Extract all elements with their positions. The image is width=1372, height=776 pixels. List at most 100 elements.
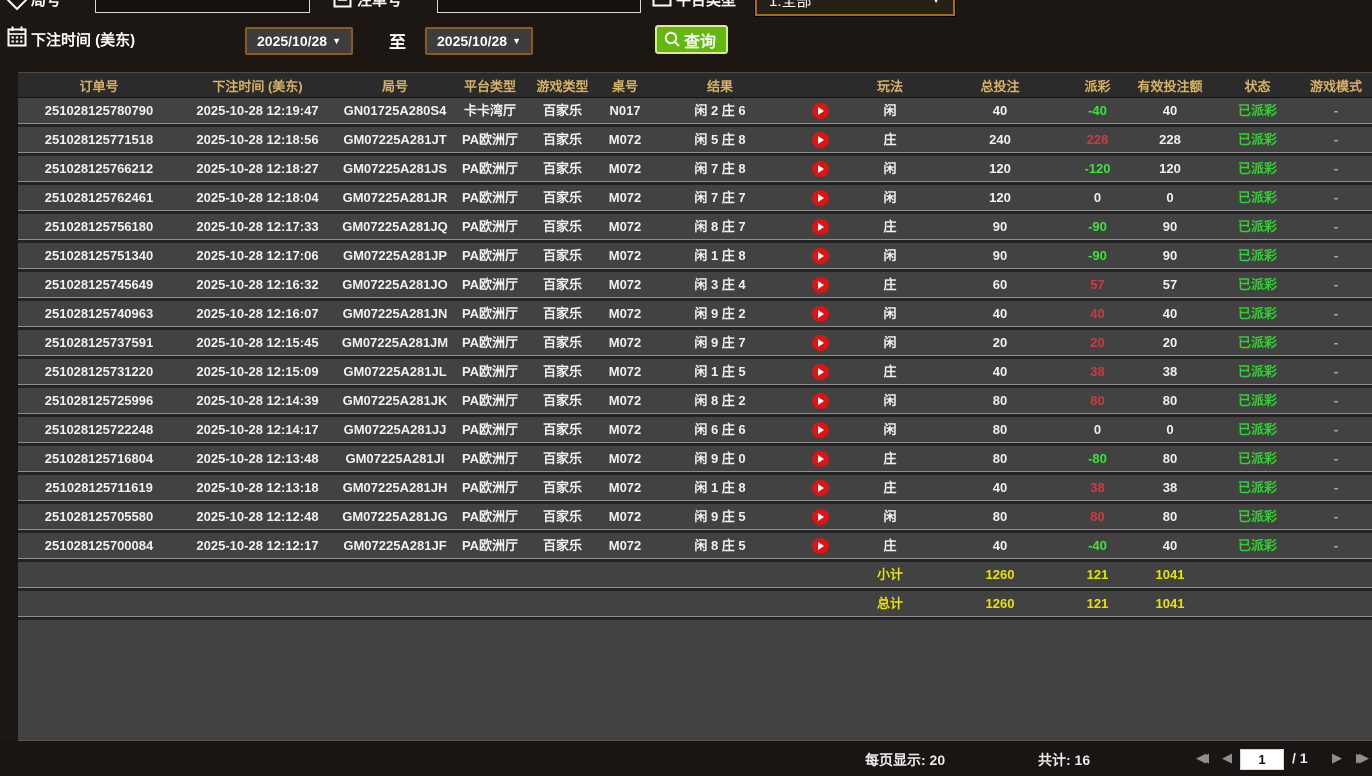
game-mode-cell: -: [1333, 335, 1339, 350]
bet-time-label: 下注时间 (美东): [31, 32, 136, 49]
platform-type-select[interactable]: 1.全部 ▼: [754, 0, 956, 17]
pagination-first-icon[interactable]: ◀◀: [1196, 750, 1209, 766]
column-header: 结果: [706, 78, 733, 94]
date-range-separator: 至: [389, 33, 406, 52]
replay-button[interactable]: [811, 189, 829, 206]
card-icon: [652, 0, 672, 7]
replay-button[interactable]: [811, 218, 829, 235]
payout-cell: 0: [1093, 422, 1102, 437]
result-cell: 闲 8 庄 7: [694, 219, 746, 234]
play-type-cell: 闲: [883, 190, 897, 205]
status-cell: 已派彩: [1237, 393, 1277, 408]
replay-button[interactable]: [811, 334, 829, 351]
table-number-cell: M072: [608, 219, 642, 234]
total-bet-cell: 80: [992, 422, 1008, 437]
game-type-cell: 百家乐: [542, 306, 582, 321]
replay-button[interactable]: [811, 508, 829, 525]
result-cell: 闲 6 庄 6: [694, 422, 746, 437]
table-number-cell: M072: [608, 538, 642, 553]
status-cell: 已派彩: [1237, 248, 1277, 263]
game-type-cell: 百家乐: [542, 161, 582, 176]
game-mode-cell: -: [1333, 306, 1339, 321]
result-cell: 闲 9 庄 5: [694, 509, 746, 524]
replay-button[interactable]: [811, 131, 829, 148]
bet-records-page: 局号 注单号 平台类型 1.全部 ▼ 下注时间 (美东) 2025/10/28 …: [0, 0, 1372, 776]
column-header: 派彩: [1084, 78, 1111, 94]
round-field-label: 局号: [31, 0, 62, 9]
payout-cell: -40: [1088, 103, 1107, 118]
bet-time-cell: 2025-10-28 12:18:04: [196, 190, 319, 205]
table-number-cell: M072: [608, 248, 642, 263]
date-from-select[interactable]: 2025/10/28 ▼: [245, 27, 353, 55]
replay-button[interactable]: [811, 363, 829, 380]
replay-button[interactable]: [811, 537, 829, 554]
replay-button[interactable]: [811, 276, 829, 293]
document-icon: [333, 0, 352, 8]
round-number-input[interactable]: [95, 0, 310, 13]
bet-time-cell: 2025-10-28 12:12:17: [196, 538, 319, 553]
valid-bet-cell: 80: [1162, 451, 1178, 466]
date-from-value: 2025/10/28: [257, 33, 328, 49]
table-number-cell: M072: [608, 422, 642, 437]
status-cell: 已派彩: [1237, 132, 1277, 147]
game-type-cell: 百家乐: [542, 335, 582, 350]
table-number-cell: N017: [609, 103, 641, 118]
platform-cell: PA欧洲厅: [461, 306, 519, 321]
platform-type-label: 平台类型: [676, 0, 737, 9]
result-cell: 闲 7 庄 8: [694, 161, 746, 176]
status-cell: 已派彩: [1237, 190, 1277, 205]
result-cell: 闲 5 庄 8: [694, 132, 746, 147]
play-type-cell: 庄: [883, 538, 897, 553]
game-mode-cell: -: [1333, 161, 1339, 176]
platform-cell: 卡卡湾厅: [463, 103, 516, 118]
date-to-select[interactable]: 2025/10/28 ▼: [425, 27, 533, 55]
platform-cell: PA欧洲厅: [461, 451, 519, 466]
replay-button[interactable]: [811, 160, 829, 177]
game-type-cell: 百家乐: [542, 132, 582, 147]
column-header: 局号: [381, 78, 408, 94]
query-button[interactable]: 查询: [655, 25, 729, 54]
game-mode-cell: -: [1333, 451, 1339, 466]
replay-button[interactable]: [811, 102, 829, 119]
replay-button[interactable]: [811, 479, 829, 496]
table-number-cell: M072: [608, 335, 642, 350]
total-bet-cell: 40: [992, 480, 1008, 495]
column-header: 玩法: [876, 78, 903, 94]
bet-time-cell: 2025-10-28 12:15:09: [196, 364, 319, 379]
replay-button[interactable]: [811, 392, 829, 409]
game-type-cell: 百家乐: [542, 190, 582, 205]
bet-time-cell: 2025-10-28 12:17:33: [196, 219, 319, 234]
valid-bet-cell: 80: [1162, 393, 1178, 408]
result-cell: 闲 9 庄 0: [694, 451, 746, 466]
table-row: 251028125740963 2025-10-28 12:16:07 GM07…: [18, 301, 1372, 330]
table-row: 251028125716804 2025-10-28 12:13:48 GM07…: [18, 446, 1372, 475]
play-type-cell: 庄: [883, 451, 897, 466]
platform-type-value: 1.全部: [769, 0, 812, 10]
replay-button[interactable]: [811, 421, 829, 438]
round-id-cell: GM07225A281JG: [342, 509, 448, 524]
bet-time-cell: 2025-10-28 12:18:27: [196, 161, 319, 176]
pagination-prev-icon[interactable]: ◀: [1222, 750, 1232, 766]
replay-button[interactable]: [811, 450, 829, 467]
total-bet-cell: 80: [992, 393, 1008, 408]
order-number-cell: 251028125705580: [44, 509, 154, 524]
total-bet-cell: 90: [992, 248, 1008, 263]
replay-button[interactable]: [811, 305, 829, 322]
table-number-cell: M072: [608, 190, 642, 205]
replay-button[interactable]: [811, 247, 829, 264]
column-header: 状态: [1244, 78, 1271, 94]
valid-bet-cell: 90: [1162, 248, 1178, 263]
valid-bet-cell: 57: [1162, 277, 1178, 292]
page-number-input[interactable]: [1240, 749, 1284, 770]
column-header: 下注时间 (美东): [212, 78, 303, 94]
pagination-last-icon[interactable]: ▶▶: [1356, 750, 1369, 766]
table-number-cell: M072: [608, 277, 642, 292]
order-number-cell: 251028125762461: [44, 190, 154, 205]
platform-cell: PA欧洲厅: [461, 277, 519, 292]
table-row: 251028125731220 2025-10-28 12:15:09 GM07…: [18, 359, 1372, 388]
play-type-cell: 庄: [883, 132, 897, 147]
order-number-input[interactable]: [437, 0, 641, 13]
round-id-cell: GM07225A281JJ: [343, 422, 447, 437]
pagination-next-icon[interactable]: ▶: [1332, 750, 1342, 766]
subtotal-label: 小计: [876, 567, 903, 582]
